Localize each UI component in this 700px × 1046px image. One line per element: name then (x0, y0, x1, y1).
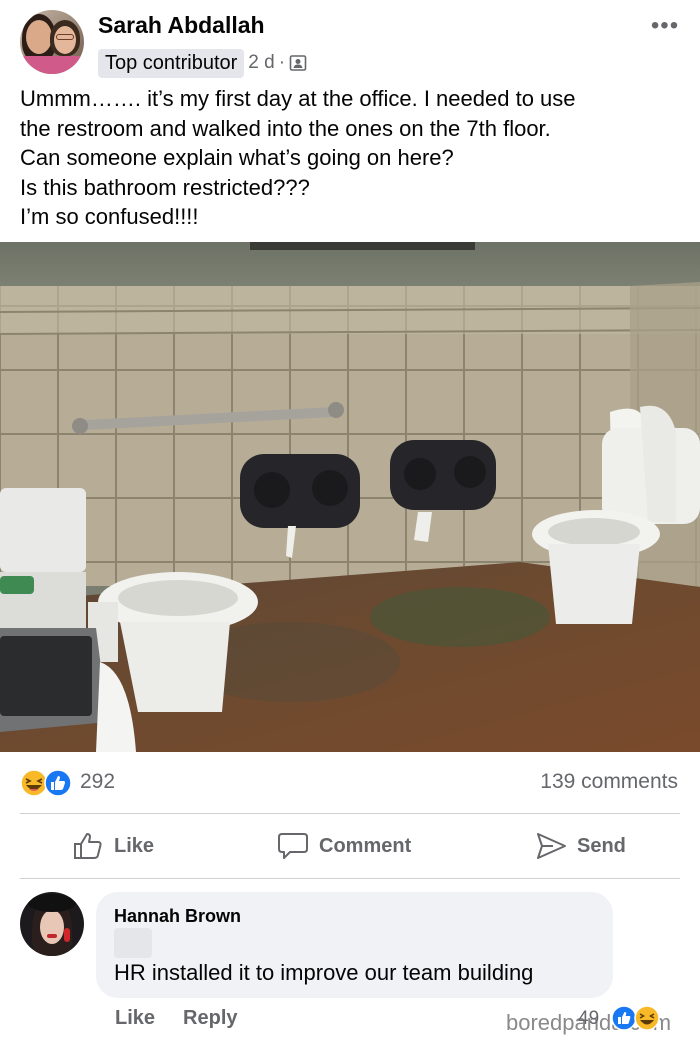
send-label: Send (577, 834, 626, 857)
top-contributor-badge: Top contributor (98, 48, 245, 78)
post-text-line: I’m so confused!!!! (20, 204, 199, 229)
divider (20, 878, 680, 879)
comment-count[interactable]: 139 comments (540, 770, 678, 794)
comment-icon (278, 833, 308, 859)
author-name[interactable]: Sarah Abdallah (98, 12, 265, 39)
commenter-name[interactable]: Hannah Brown (114, 906, 241, 927)
post-text-line: Can someone explain what’s going on here… (20, 145, 454, 170)
like-icon (44, 769, 72, 797)
comment-actions: Like Reply (115, 1007, 238, 1033)
comment-reaction-count[interactable]: 49 (578, 1008, 599, 1030)
thumbs-up-icon (74, 833, 102, 859)
more-options-button[interactable]: ••• (648, 12, 682, 39)
like-button[interactable]: Like (72, 830, 154, 862)
reactions-summary[interactable]: 292 139 comments (0, 760, 700, 806)
comment-text: HR installed it to improve our team buil… (114, 960, 534, 985)
comment-reply-button[interactable]: Reply (183, 1007, 237, 1033)
post-photo[interactable] (0, 242, 700, 752)
restroom-photo (0, 242, 700, 752)
post-actions: Like Comment Send (0, 814, 700, 878)
comment-like-button[interactable]: Like (115, 1007, 155, 1033)
comment-button[interactable]: Comment (277, 830, 411, 862)
author-avatar[interactable] (20, 10, 84, 74)
post-text-line: Ummm……. it’s my first day at the office.… (20, 86, 576, 111)
post-text-line: the restroom and walked into the ones on… (20, 115, 551, 141)
meta-separator: · (278, 52, 286, 73)
post-meta: Top contributor 2 d · (98, 48, 307, 78)
like-label: Like (114, 834, 155, 857)
haha-icon (20, 769, 48, 797)
reaction-icons (20, 769, 72, 797)
send-icon (537, 833, 566, 859)
reaction-count[interactable]: 292 (80, 770, 115, 794)
haha-icon (634, 1005, 660, 1031)
post-text: Ummm……. it’s my first day at the office.… (20, 84, 680, 232)
comment-label: Comment (319, 834, 412, 857)
commenter-avatar[interactable] (20, 892, 84, 956)
post-time[interactable]: 2 d (248, 52, 274, 74)
post-header: Sarah Abdallah Top contributor 2 d · ••• (0, 0, 700, 84)
post-text-line: Is this bathroom restricted??? (20, 174, 310, 200)
friends-icon (289, 55, 307, 71)
like-icon (611, 1005, 637, 1031)
comment-bubble: Hannah Brown HR installed it to improve … (96, 892, 613, 998)
send-button[interactable]: Send (535, 830, 626, 862)
redacted-block (114, 928, 152, 958)
comment-reaction-icons (611, 1005, 660, 1031)
